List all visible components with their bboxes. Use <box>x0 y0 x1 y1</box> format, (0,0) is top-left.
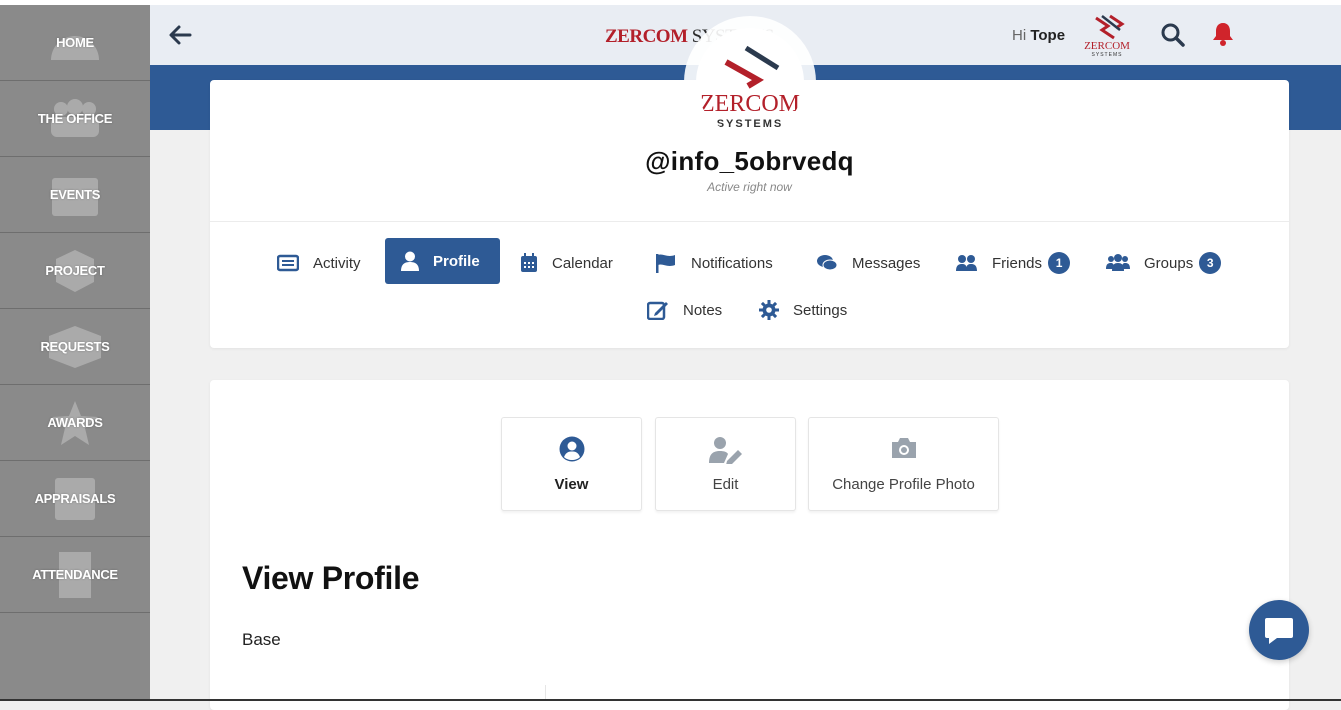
calendar-icon <box>521 253 537 272</box>
tab-friends[interactable]: Friends 1 <box>956 240 1071 286</box>
users-icon <box>956 255 977 271</box>
svg-text:SYSTEMS: SYSTEMS <box>1092 52 1123 58</box>
svg-text:ZERCOM: ZERCOM <box>1084 40 1130 52</box>
sidebar-item-label: APPRAISALS <box>34 491 116 506</box>
edit-note-icon <box>647 301 668 320</box>
sidebar-item-label: EVENTS <box>49 187 101 202</box>
comments-icon <box>817 255 838 271</box>
activity-status: Active right now <box>707 180 792 194</box>
flag-icon <box>656 254 675 273</box>
divider <box>210 221 1289 222</box>
svg-text:ZERCOM: ZERCOM <box>700 91 800 117</box>
camera-icon <box>891 438 916 458</box>
sidebar-item-label: HOME <box>56 35 94 50</box>
user-greeting: Hi Tope <box>1012 27 1066 44</box>
back-button[interactable] <box>166 22 194 48</box>
tab-groups[interactable]: Groups 3 <box>1106 240 1222 286</box>
user-name: Tope <box>1030 27 1066 44</box>
chat-icon <box>1265 618 1293 644</box>
page-title: View Profile <box>242 560 420 596</box>
sidebar-item-label: ATTENDANCE <box>32 567 118 582</box>
user-icon <box>401 251 419 271</box>
edit-profile-button[interactable]: Edit <box>655 417 796 511</box>
action-label: View <box>554 476 589 493</box>
sidebar-item-awards[interactable]: AWARDS <box>0 385 150 461</box>
sidebar: HOME THE OFFICE EVENTS PROJECT REQUESTS … <box>0 5 150 701</box>
user-edit-icon <box>708 437 742 464</box>
search-icon <box>1161 23 1185 47</box>
avatar[interactable]: ZERCOM SYSTEMS <box>696 28 804 136</box>
sidebar-item-label: REQUESTS <box>40 339 110 354</box>
company-logo[interactable]: ZERCOM SYSTEMS <box>1082 12 1132 58</box>
tab-settings[interactable]: Settings <box>759 287 847 333</box>
tab-notes[interactable]: Notes <box>647 287 722 333</box>
change-photo-button[interactable]: Change Profile Photo <box>808 417 999 511</box>
groups-count-badge: 3 <box>1199 252 1222 274</box>
svg-text:SYSTEMS: SYSTEMS <box>717 118 784 130</box>
sidebar-item-events[interactable]: EVENTS <box>0 157 150 233</box>
tab-calendar[interactable]: Calendar <box>520 240 613 286</box>
notifications-button[interactable] <box>1211 21 1235 47</box>
friends-count-badge: 1 <box>1048 252 1071 274</box>
tab-profile[interactable]: Profile <box>385 238 500 284</box>
group-icon <box>1106 254 1130 271</box>
tab-notifications[interactable]: Notifications <box>655 240 773 286</box>
profile-username: @info_5obrvedq <box>645 146 854 176</box>
sidebar-item-appraisals[interactable]: APPRAISALS <box>0 461 150 537</box>
sidebar-item-project[interactable]: PROJECT <box>0 233 150 309</box>
sidebar-item-the-office[interactable]: THE OFFICE <box>0 81 150 157</box>
action-label: Edit <box>712 476 739 493</box>
section-label: Base <box>242 630 281 649</box>
arrow-left-icon <box>169 25 192 45</box>
user-circle-icon <box>559 436 584 462</box>
tab-activity[interactable]: Activity <box>277 240 361 286</box>
sidebar-item-requests[interactable]: REQUESTS <box>0 309 150 385</box>
view-profile-button[interactable]: View <box>501 417 642 511</box>
gear-icon <box>759 300 779 320</box>
tab-messages[interactable]: Messages <box>816 240 920 286</box>
sidebar-item-label: PROJECT <box>45 263 105 278</box>
sidebar-item-label: AWARDS <box>47 415 103 430</box>
bell-icon <box>1213 23 1233 46</box>
sidebar-item-label: THE OFFICE <box>37 111 113 126</box>
chat-button[interactable] <box>1249 600 1309 660</box>
action-label: Change Profile Photo <box>832 476 975 493</box>
newspaper-icon <box>277 254 299 272</box>
sidebar-item-home[interactable]: HOME <box>0 5 150 81</box>
company-logo: ZERCOM SYSTEMS <box>700 45 800 130</box>
sidebar-item-attendance[interactable]: ATTENDANCE <box>0 537 150 613</box>
search-button[interactable] <box>1160 22 1186 48</box>
